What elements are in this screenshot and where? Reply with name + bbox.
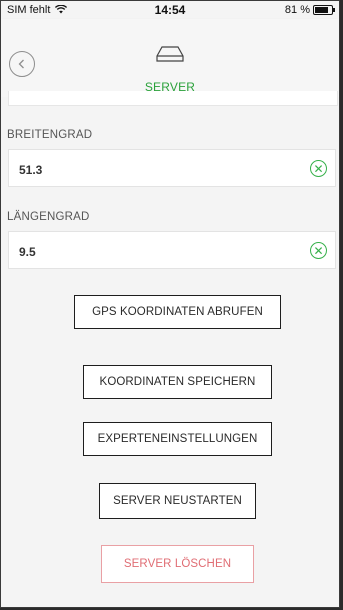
battery-indicator: 81 % bbox=[284, 4, 335, 16]
phone-screen: SIM fehlt 14:54 81 % SERVER BREITENGRAD bbox=[0, 0, 340, 608]
gps-coordinates-button[interactable]: GPS KOORDINATEN ABRUFEN bbox=[74, 295, 281, 329]
save-coordinates-button[interactable]: KOORDINATEN SPEICHERN bbox=[83, 365, 272, 399]
valid-check-icon[interactable]: ✕ bbox=[310, 160, 327, 177]
restart-server-button[interactable]: SERVER NEUSTARTEN bbox=[99, 483, 256, 519]
battery-fill bbox=[315, 7, 328, 13]
delete-server-button[interactable]: SERVER LÖSCHEN bbox=[101, 545, 254, 583]
battery-percentage: 81 % bbox=[284, 4, 310, 16]
chevron-left-icon bbox=[18, 59, 24, 69]
longitude-value: 9.5 bbox=[19, 245, 36, 259]
settings-form: BREITENGRAD 51.3 ✕ LÄNGENGRAD 9.5 ✕ GPS … bbox=[1, 91, 339, 607]
nav-header: SERVER bbox=[1, 19, 339, 97]
latitude-input[interactable]: 51.3 ✕ bbox=[8, 149, 336, 187]
valid-check-icon[interactable]: ✕ bbox=[310, 242, 327, 259]
status-bar: SIM fehlt 14:54 81 % bbox=[1, 1, 339, 19]
latitude-label: BREITENGRAD bbox=[7, 129, 93, 141]
expert-settings-button[interactable]: EXPERTENEINSTELLUNGEN bbox=[83, 422, 272, 456]
longitude-input[interactable]: 9.5 ✕ bbox=[8, 231, 336, 269]
server-icon bbox=[156, 46, 184, 62]
battery-icon bbox=[313, 5, 335, 15]
previous-input-field[interactable] bbox=[8, 91, 338, 106]
back-button[interactable] bbox=[9, 51, 35, 77]
latitude-value: 51.3 bbox=[19, 163, 43, 177]
longitude-label: LÄNGENGRAD bbox=[7, 211, 90, 223]
